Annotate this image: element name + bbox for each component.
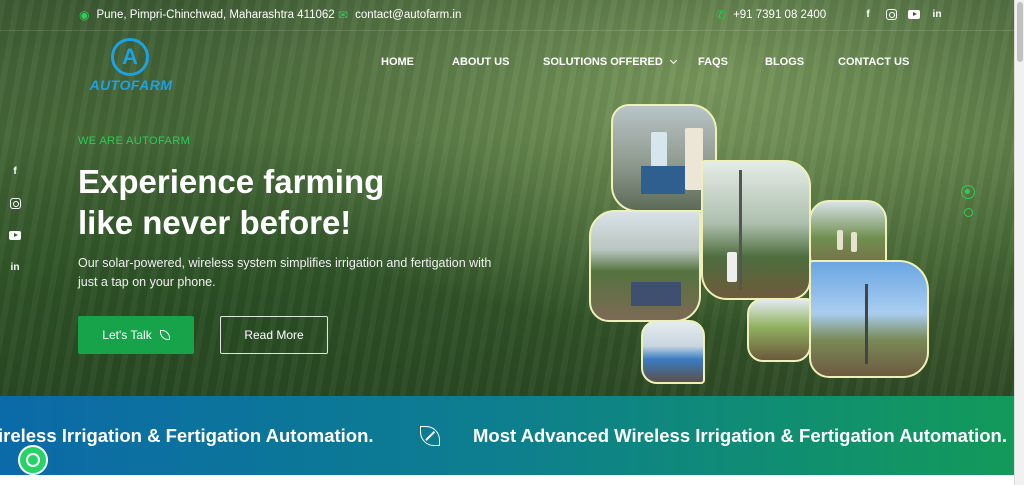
email-item[interactable]: ✉ contact@autofarm.in <box>338 9 461 21</box>
address-item: ◉ Pune, Pimpri-Chinchwad, Maharashtra 41… <box>79 9 335 21</box>
facebook-icon[interactable]: f <box>862 8 874 20</box>
linkedin-icon[interactable]: in <box>9 261 21 273</box>
nav-contact-us[interactable]: CONTACT US <box>838 56 909 68</box>
marquee-text-1: ireless Irrigation & Fertigation Automat… <box>0 425 374 446</box>
collage-photo-tank <box>641 320 705 384</box>
instagram-icon[interactable] <box>9 197 21 209</box>
nav-blogs[interactable]: BLOGS <box>765 56 804 68</box>
instagram-icon[interactable] <box>885 8 897 20</box>
whatsapp-button[interactable] <box>18 445 48 475</box>
logo-text: AUTOFARM <box>89 77 173 93</box>
hero-eyebrow: WE ARE AUTOFARM <box>78 135 191 147</box>
phone-text[interactable]: +91 7391 08 2400 <box>733 9 826 21</box>
slider-dot-active[interactable] <box>961 185 975 199</box>
nav-solutions-offered[interactable]: SOLUTIONS OFFERED <box>543 56 677 68</box>
address-text: Pune, Pimpri-Chinchwad, Maharashtra 4110… <box>96 9 335 21</box>
location-pin-icon: ◉ <box>79 8 90 22</box>
site-logo[interactable]: A AUTOFARM <box>80 38 182 93</box>
chevron-down-icon <box>669 56 677 65</box>
facebook-icon[interactable]: f <box>9 165 21 177</box>
email-text[interactable]: contact@autofarm.in <box>355 9 461 21</box>
nav-about-us[interactable]: ABOUT US <box>452 56 509 68</box>
youtube-icon[interactable] <box>9 229 21 241</box>
top-info-bar: ◉ Pune, Pimpri-Chinchwad, Maharashtra 41… <box>0 0 1014 31</box>
page-scrollbar[interactable] <box>1014 0 1024 485</box>
slider-dot[interactable] <box>964 208 973 217</box>
nav-faqs[interactable]: FAQS <box>698 56 728 68</box>
lets-talk-button[interactable]: Let's Talk <box>78 316 194 354</box>
phone-icon: ✆ <box>716 8 727 22</box>
nav-home[interactable]: HOME <box>381 56 414 68</box>
hero-headline: Experience farming like never before! <box>78 163 385 241</box>
linkedin-icon[interactable]: in <box>931 8 943 20</box>
logo-mark-icon: A <box>111 38 149 76</box>
collage-photo-sky-field <box>809 260 929 378</box>
collage-photo-greenfield <box>747 298 811 362</box>
photo-collage <box>585 102 931 386</box>
marquee-band: ireless Irrigation & Fertigation Automat… <box>0 396 1014 475</box>
hero-subtitle: Our solar-powered, wireless system simpl… <box>78 256 492 289</box>
leaf-icon <box>159 330 170 340</box>
side-social-links: f in <box>9 165 21 273</box>
page-bottom <box>0 475 1014 485</box>
collage-photo-equipment <box>589 210 701 322</box>
mail-icon: ✉ <box>338 8 349 22</box>
youtube-icon[interactable] <box>908 8 920 20</box>
scrollbar-thumb[interactable] <box>1017 2 1023 62</box>
read-more-button[interactable]: Read More <box>220 316 328 354</box>
phone-item[interactable]: ✆ +91 7391 08 2400 <box>716 9 826 21</box>
marquee-text-2: Most Advanced Wireless Irrigation & Fert… <box>473 425 1007 446</box>
whatsapp-icon <box>26 453 40 467</box>
collage-photo-pole-field <box>701 160 811 300</box>
top-social-links: f in <box>862 8 943 20</box>
